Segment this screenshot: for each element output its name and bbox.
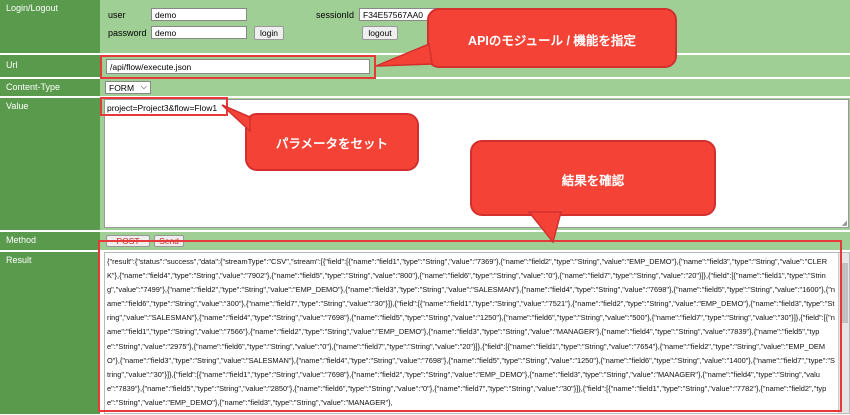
sessionid-label: sessionId bbox=[316, 10, 355, 20]
content-type-value: FORM bbox=[109, 83, 135, 93]
value-row: Value project=Project3&flow=Flow1 ◢ bbox=[0, 98, 850, 230]
check-result-callout-pointer bbox=[527, 211, 562, 244]
login-button[interactable]: login bbox=[254, 26, 284, 40]
password-input[interactable]: demo bbox=[151, 26, 247, 39]
check-result-callout: 結果を確認 bbox=[470, 140, 716, 216]
url-highlight bbox=[100, 55, 376, 79]
api-module-callout-pointer bbox=[375, 42, 433, 67]
method-label: Method bbox=[0, 232, 100, 250]
result-label: Result bbox=[0, 252, 100, 414]
chevron-down-icon: ⌵ bbox=[140, 82, 147, 91]
user-input[interactable]: demo bbox=[151, 8, 247, 21]
logout-button[interactable]: logout bbox=[362, 26, 398, 40]
login-logout-label: Login/Logout bbox=[0, 0, 100, 53]
api-module-callout-text: APIのモジュール / 機能を指定 bbox=[468, 34, 636, 48]
resize-handle-icon[interactable]: ◢ bbox=[842, 219, 847, 227]
content-type-label: Content-Type bbox=[0, 79, 100, 96]
set-params-callout: パラメータをセット bbox=[245, 113, 419, 171]
content-type-select[interactable]: FORM ⌵ bbox=[105, 81, 151, 94]
set-params-callout-pointer bbox=[221, 104, 251, 133]
password-label: password bbox=[108, 28, 147, 38]
user-label: user bbox=[108, 10, 126, 20]
url-label: Url bbox=[0, 55, 100, 77]
set-params-callout-text: パラメータをセット bbox=[275, 137, 389, 151]
value-label: Value bbox=[0, 98, 100, 230]
value-highlight bbox=[100, 97, 228, 116]
result-highlight bbox=[98, 240, 842, 412]
api-module-callout: APIのモジュール / 機能を指定 bbox=[427, 8, 677, 68]
check-result-callout-text: 結果を確認 bbox=[561, 174, 625, 188]
content-type-row: Content-Type FORM ⌵ bbox=[0, 79, 850, 96]
